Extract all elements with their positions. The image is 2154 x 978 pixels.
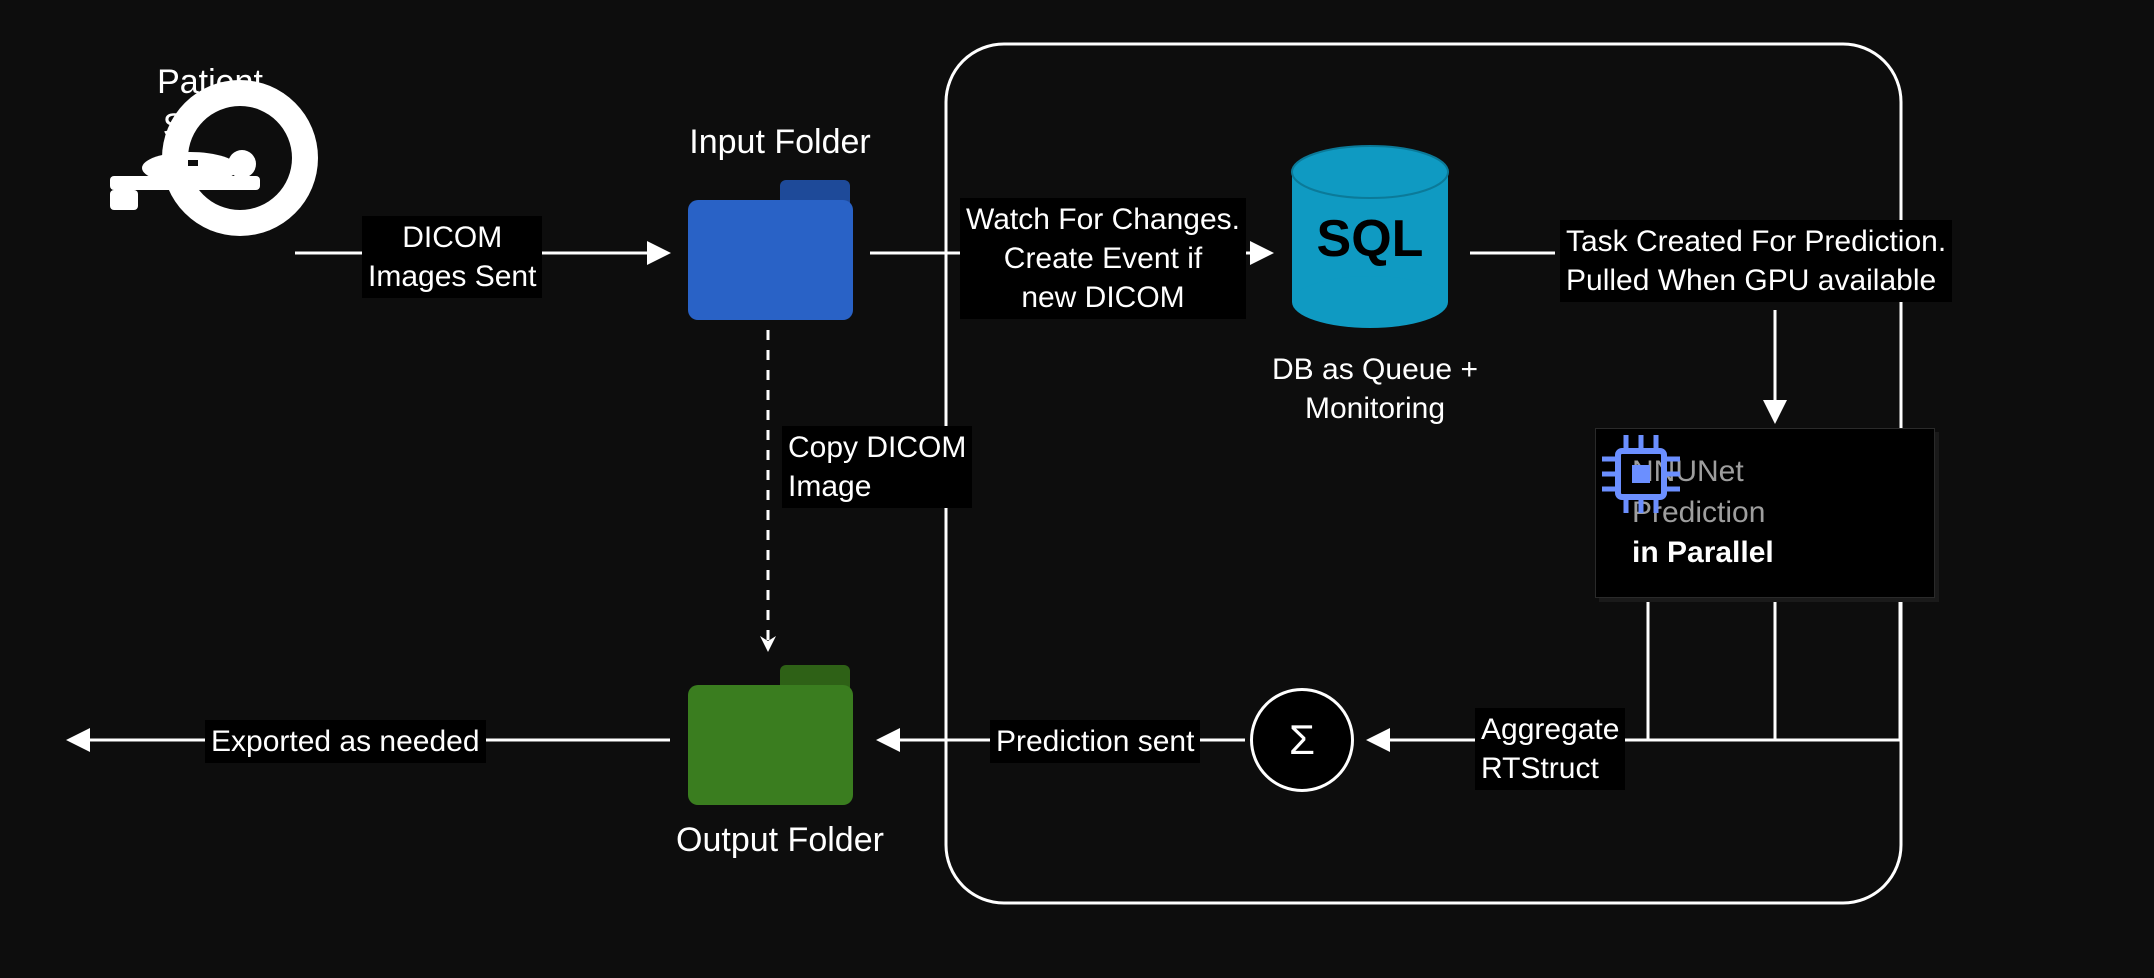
agg-l2: RTStruct bbox=[1481, 752, 1599, 785]
watch-l3: new DICOM bbox=[1021, 281, 1184, 314]
copy-l2: Image bbox=[788, 470, 871, 503]
db-l1: DB as Queue + bbox=[1272, 353, 1478, 386]
task-l1: Task Created For Prediction. bbox=[1566, 225, 1946, 258]
patient-scans-node: Patient Scans bbox=[90, 60, 330, 148]
watch-l2: Create Event if bbox=[1004, 242, 1202, 275]
watch-changes-label: Watch For Changes. Create Event if new D… bbox=[960, 198, 1246, 319]
db-l2: Monitoring bbox=[1305, 392, 1445, 425]
task-l2: Pulled When GPU available bbox=[1566, 264, 1936, 297]
input-folder-label: Input Folder bbox=[660, 120, 900, 164]
input-folder-icon bbox=[680, 170, 880, 330]
sigma-symbol: Σ bbox=[1289, 716, 1315, 764]
sql-text: SQL bbox=[1317, 210, 1424, 268]
sigma-node: Σ bbox=[1250, 688, 1354, 792]
dicom-sent-label: DICOM Images Sent bbox=[362, 216, 542, 298]
task-created-label: Task Created For Prediction. Pulled When… bbox=[1560, 220, 1952, 302]
nnunet-box: NNUNet Prediction in Parallel bbox=[1595, 428, 1935, 598]
agg-l1: Aggregate bbox=[1481, 713, 1619, 746]
diagram-canvas: Patient Scans DICOM Images Sent Input Fo… bbox=[0, 0, 2154, 978]
output-folder-icon bbox=[680, 655, 880, 815]
copy-dicom-label: Copy DICOM Image bbox=[782, 426, 972, 508]
dicom-sent-l2: Images Sent bbox=[368, 260, 536, 293]
copy-l1: Copy DICOM bbox=[788, 431, 966, 464]
watch-l1: Watch For Changes. bbox=[966, 203, 1240, 236]
dicom-sent-l1: DICOM bbox=[402, 221, 502, 254]
db-label: DB as Queue + Monitoring bbox=[1255, 350, 1495, 428]
prediction-sent-label: Prediction sent bbox=[990, 720, 1200, 763]
output-folder-label: Output Folder bbox=[650, 818, 910, 862]
nnunet-l3: in Parallel bbox=[1632, 533, 1774, 574]
aggregate-label: Aggregate RTStruct bbox=[1475, 708, 1625, 790]
chip-icon bbox=[1596, 429, 1686, 519]
ct-scanner-icon bbox=[90, 68, 330, 268]
sql-db-icon: SQL bbox=[1280, 140, 1480, 350]
exported-label: Exported as needed bbox=[205, 720, 486, 763]
